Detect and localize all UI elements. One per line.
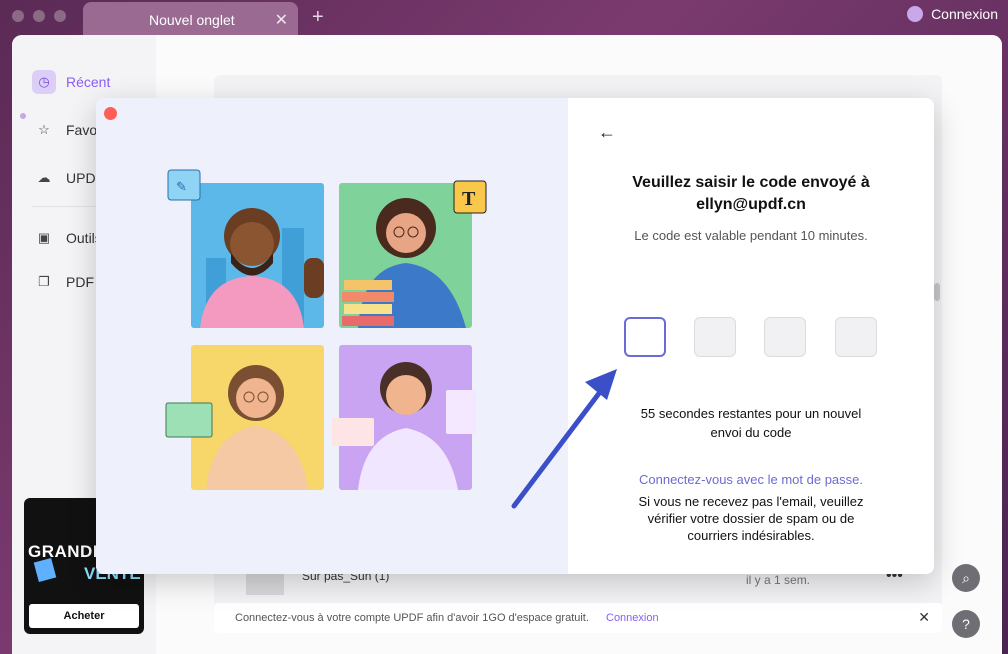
- copy-icon: ❐: [38, 274, 50, 289]
- illustration-panel: ✎ T: [96, 98, 568, 574]
- form-panel: ← Veuillez saisir le code envoyé à ellyn…: [568, 98, 934, 574]
- promo-line1: GRANDE: [28, 542, 105, 561]
- back-arrow-icon[interactable]: ←: [598, 122, 616, 143]
- code-input-2[interactable]: [694, 317, 736, 357]
- spam-notice: Si vous ne recevez pas l'email, veuillez…: [638, 494, 864, 543]
- sidebar-item-tools[interactable]: ▣ Outils: [32, 226, 102, 250]
- resend-timer: 55 secondes restantes pour un nouvel env…: [640, 406, 862, 440]
- sidebar-item-pdf[interactable]: ❐ PDF e: [32, 270, 106, 294]
- avatar: [907, 6, 924, 22]
- svg-text:✎: ✎: [176, 179, 187, 194]
- new-tab-icon[interactable]: +: [312, 6, 324, 29]
- close-tab-icon[interactable]: ✕: [275, 10, 288, 30]
- clock-icon: ◷: [32, 70, 56, 94]
- toolbox-icon: ▣: [37, 230, 51, 245]
- active-indicator: [20, 113, 26, 119]
- dialog-title: Veuillez saisir le code envoyé à ellyn@u…: [568, 172, 934, 216]
- buy-button[interactable]: Acheter: [29, 604, 139, 628]
- dialog-email: ellyn@updf.cn: [696, 196, 806, 213]
- close-window-button[interactable]: [12, 10, 24, 22]
- notice-login-link[interactable]: Connexion: [606, 612, 659, 624]
- scrollbar[interactable]: [934, 283, 940, 301]
- dialog-title-line1: Veuillez saisir le code envoyé à: [632, 174, 870, 191]
- zoom-window-button[interactable]: [54, 10, 66, 22]
- dialog-subtitle: Le code est valable pendant 10 minutes.: [634, 228, 868, 243]
- login-notice-bar: Connectez-vous à votre compte UPDF afin …: [214, 603, 942, 633]
- verification-dialog: ✎ T ← Veuillez saisir le code envoyé à e…: [96, 98, 934, 574]
- browser-tab[interactable]: Nouvel onglet ✕: [83, 2, 298, 36]
- sidebar-item-recent[interactable]: ◷ Récent: [32, 70, 110, 94]
- sidebar-item-label: Récent: [66, 74, 111, 90]
- file-time: il y a 1 sem.: [746, 573, 811, 587]
- notice-message: Connectez-vous à votre compte UPDF afin …: [235, 612, 589, 624]
- svg-text:T: T: [462, 188, 476, 210]
- close-icon[interactable]: ✕: [918, 609, 930, 626]
- star-icon: ☆: [38, 122, 50, 137]
- cloud-icon: ☁: [37, 170, 51, 185]
- top-login-button[interactable]: Connexion: [907, 6, 998, 22]
- sidebar-item-favorites[interactable]: ☆ Favor: [32, 118, 102, 142]
- code-input-3[interactable]: [764, 317, 806, 357]
- title-bar: Nouvel onglet ✕ + Connexion: [0, 0, 1008, 36]
- help-icon[interactable]: ?: [952, 610, 980, 638]
- code-input-4[interactable]: [835, 317, 877, 357]
- minimize-window-button[interactable]: [33, 10, 45, 22]
- sidebar-item-cloud[interactable]: ☁ UPDF: [32, 166, 105, 190]
- people-illustration: ✎ T: [165, 169, 487, 490]
- code-input-1[interactable]: [624, 317, 666, 357]
- password-login-link[interactable]: Connectez-vous avec le mot de passe.: [568, 472, 934, 487]
- top-login-label: Connexion: [931, 6, 998, 22]
- search-icon[interactable]: ⌕: [952, 564, 980, 592]
- tab-title: Nouvel onglet: [149, 12, 235, 28]
